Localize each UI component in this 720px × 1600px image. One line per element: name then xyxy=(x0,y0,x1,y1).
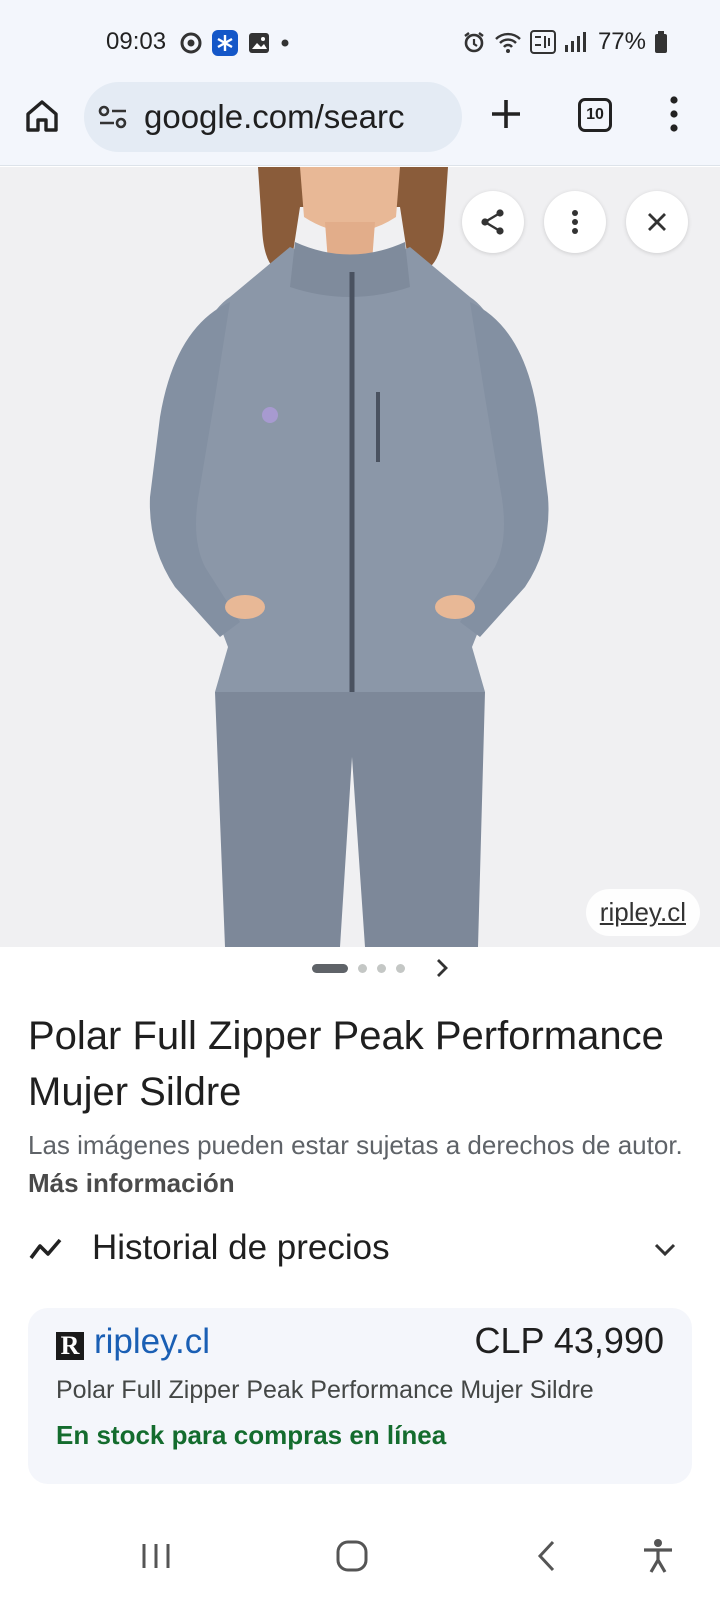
product-photo[interactable] xyxy=(0,167,720,947)
address-bar[interactable]: google.com/searc xyxy=(84,82,462,152)
trending-icon xyxy=(29,1238,62,1260)
home-icon[interactable] xyxy=(22,96,62,136)
more-notifications-dot-icon xyxy=(281,39,289,47)
stock-status: En stock para compras en línea xyxy=(56,1420,447,1450)
home-nav-icon[interactable] xyxy=(332,1536,372,1576)
tab-count: 10 xyxy=(586,106,604,123)
image-pager xyxy=(312,964,405,973)
wifi-icon xyxy=(495,32,521,53)
close-icon xyxy=(648,213,666,231)
price-history-row[interactable]: Historial de precios xyxy=(0,1220,720,1280)
chevron-right-icon[interactable] xyxy=(432,956,452,980)
back-icon[interactable] xyxy=(528,1536,568,1576)
product-image-viewer[interactable]: ripley.cl xyxy=(0,167,720,947)
product-title: Polar Full Zipper Peak Performance Mujer… xyxy=(28,1014,664,1114)
overflow-menu-icon[interactable] xyxy=(664,94,684,134)
more-info-link[interactable]: Más información xyxy=(28,1168,235,1198)
pager-dot[interactable] xyxy=(377,964,386,973)
signal-icon xyxy=(564,32,586,52)
share-button[interactable] xyxy=(462,191,524,253)
status-bar: 09:03 77% xyxy=(0,0,720,80)
gallery-icon xyxy=(249,33,269,53)
offer-price: CLP 43,990 xyxy=(474,1320,665,1361)
image-source-link[interactable]: ripley.cl xyxy=(585,889,700,936)
pager-dot[interactable] xyxy=(396,964,405,973)
pager-dot[interactable] xyxy=(358,964,367,973)
price-history-label: Historial de precios xyxy=(92,1228,390,1267)
store-logo-icon: R xyxy=(56,1331,84,1360)
system-navigation-bar xyxy=(0,1516,720,1600)
battery-icon xyxy=(655,31,667,53)
notification-icons xyxy=(180,30,290,56)
recent-apps-icon[interactable] xyxy=(136,1536,176,1576)
chrome-icon xyxy=(180,32,202,54)
alarm-icon xyxy=(464,32,484,53)
volte-4g-icon xyxy=(529,30,556,54)
tab-switcher-button[interactable]: 10 xyxy=(578,98,612,132)
app-snowflake-icon xyxy=(212,30,238,56)
accessibility-icon[interactable] xyxy=(638,1536,678,1576)
copyright-disclaimer: Las imágenes pueden estar sujetas a dere… xyxy=(28,1126,688,1202)
close-viewer-button[interactable] xyxy=(626,191,688,253)
url-text: google.com/searc xyxy=(144,98,405,135)
battery-percent: 77% xyxy=(597,28,646,55)
image-more-button[interactable] xyxy=(544,191,606,253)
status-time: 09:03 xyxy=(106,28,167,55)
disclaimer-text: Las imágenes pueden estar sujetas a dere… xyxy=(28,1130,683,1160)
new-tab-icon[interactable] xyxy=(486,94,526,134)
browser-toolbar: google.com/searc 10 xyxy=(0,80,720,166)
offer-title: Polar Full Zipper Peak Performance Mujer… xyxy=(56,1376,594,1404)
chevron-down-icon[interactable] xyxy=(652,1236,678,1262)
pager-dot-active[interactable] xyxy=(312,964,348,973)
site-settings-icon[interactable] xyxy=(98,105,128,129)
offer-card[interactable]: R ripley.cl CLP 43,990 Polar Full Zipper… xyxy=(28,1308,692,1484)
system-status: 77% xyxy=(462,28,668,56)
vertical-dots-icon xyxy=(572,210,578,234)
store-name-link[interactable]: ripley.cl xyxy=(94,1322,210,1362)
share-icon xyxy=(481,209,504,235)
